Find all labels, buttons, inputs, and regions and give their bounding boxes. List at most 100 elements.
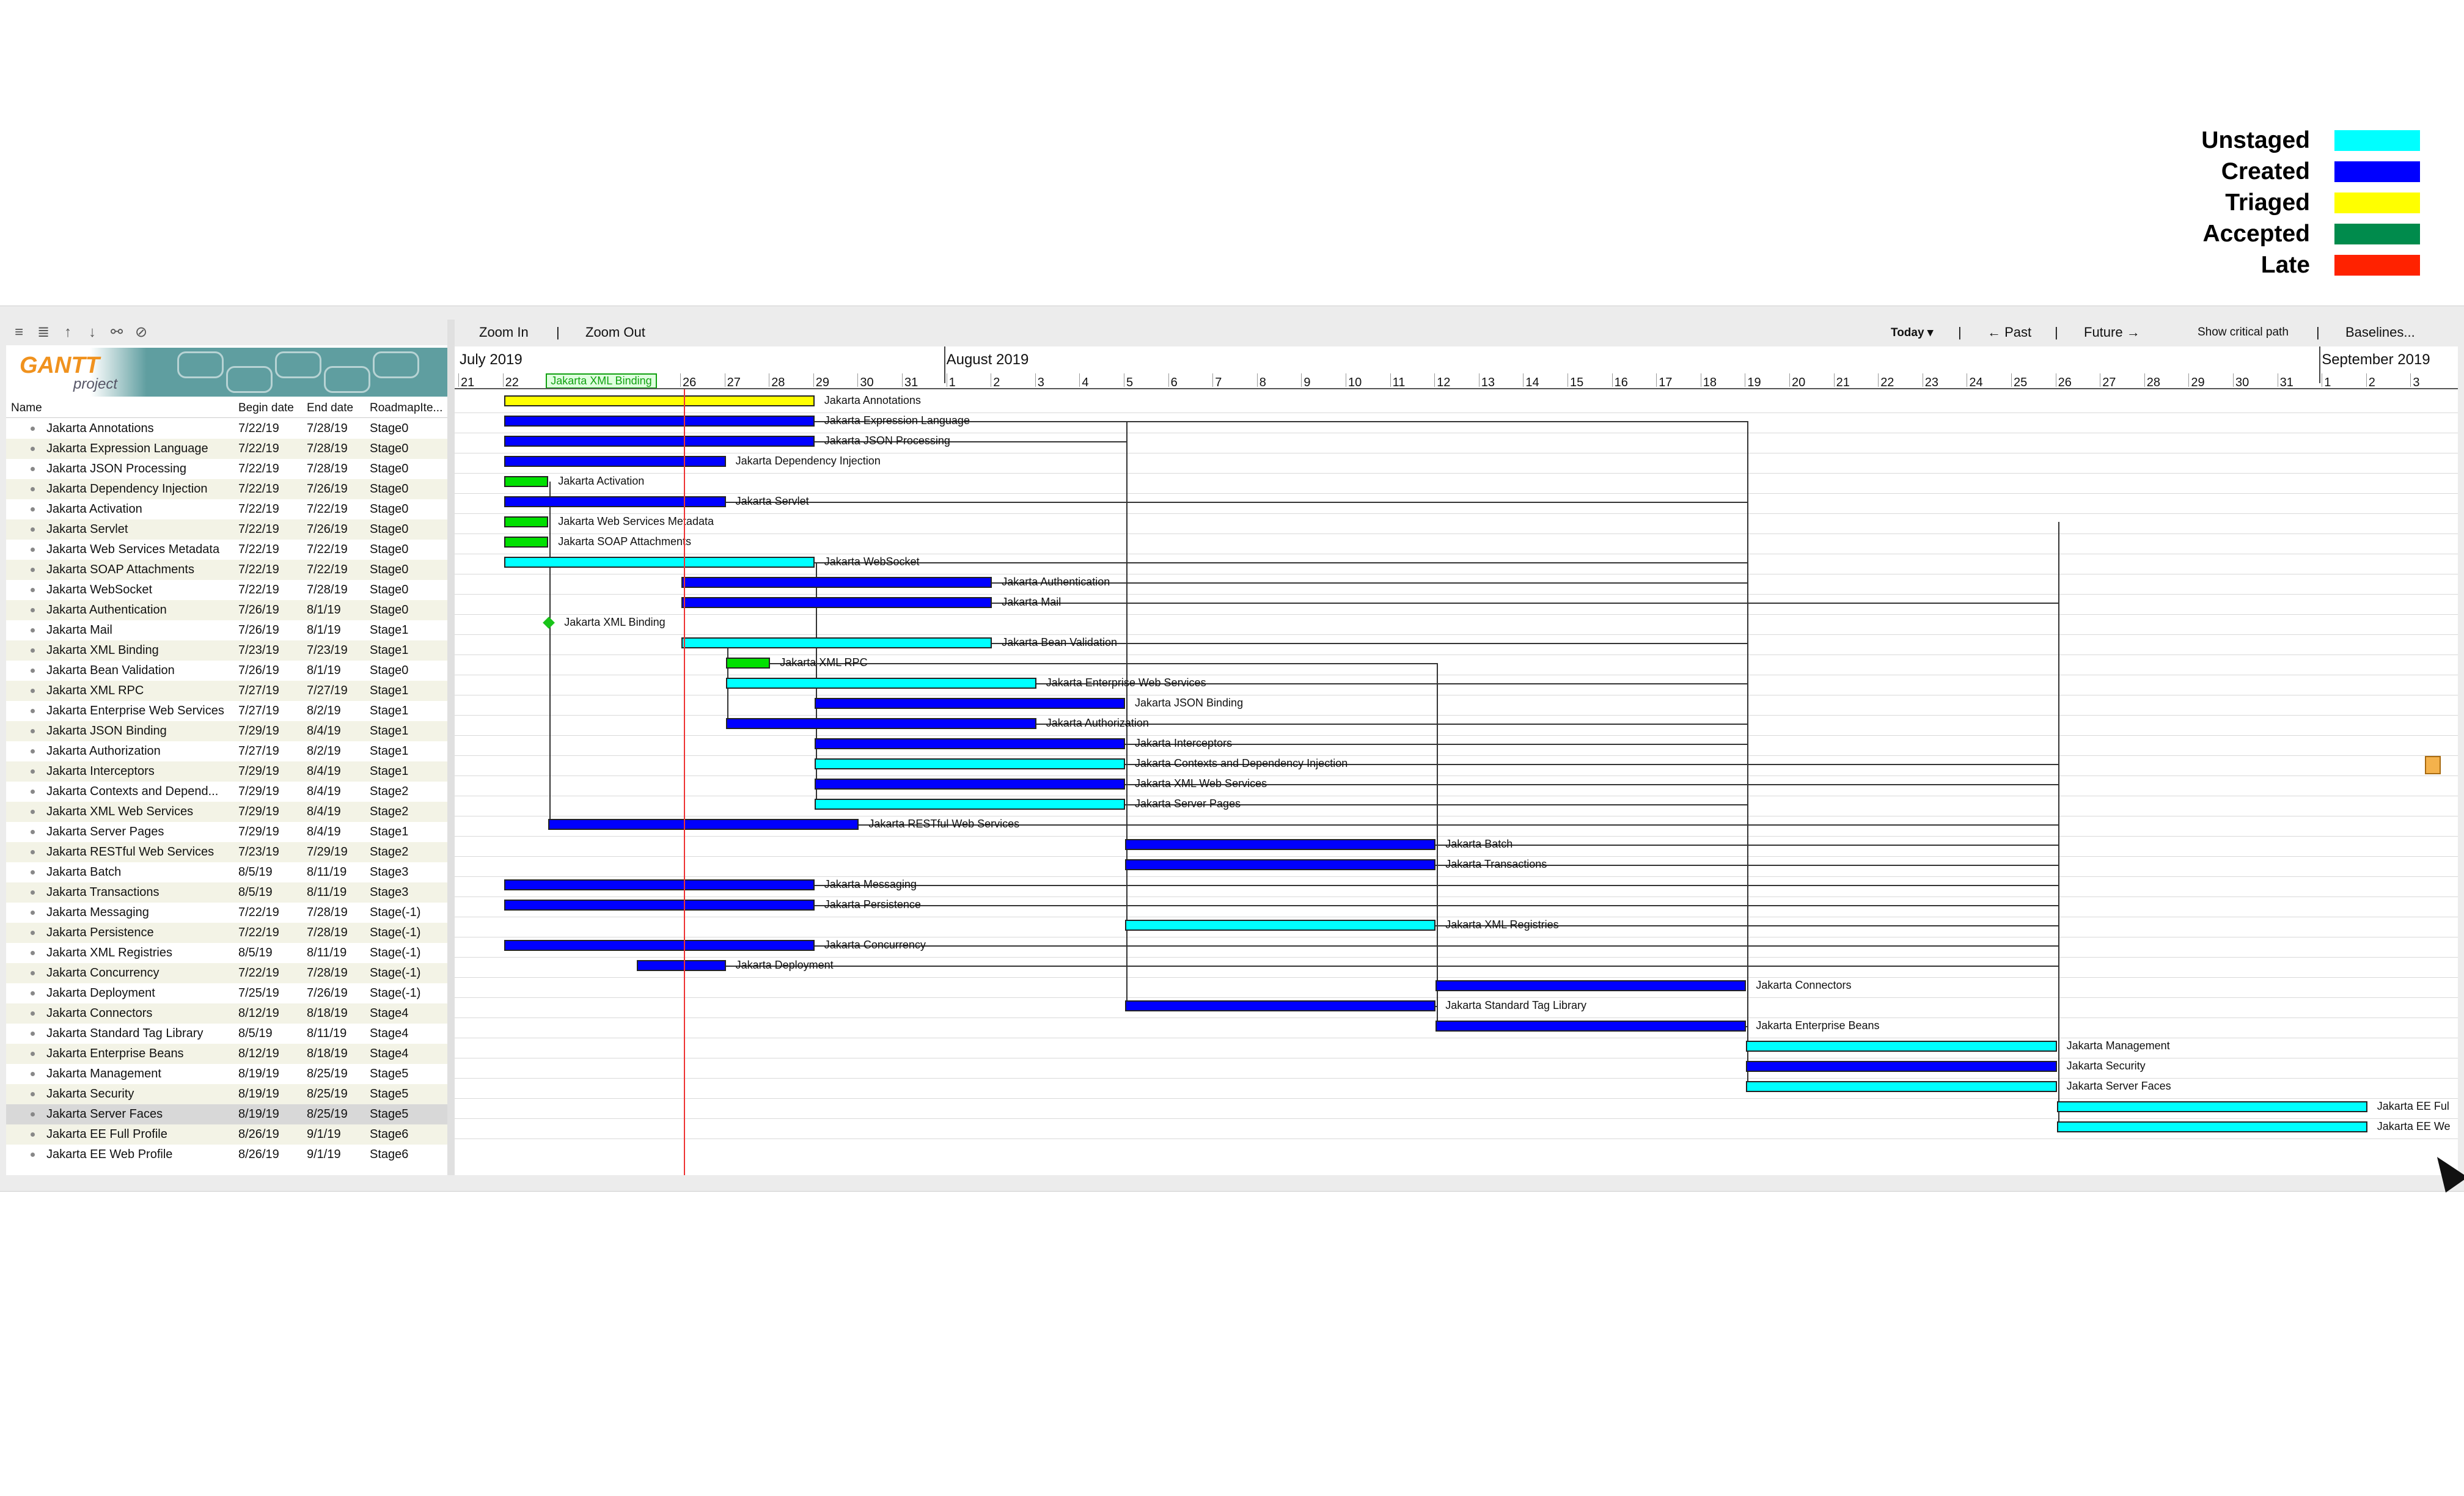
task-bar[interactable]: [2056, 1121, 2367, 1132]
unindent-icon[interactable]: ≡: [11, 324, 27, 340]
task-row[interactable]: Jakarta Contexts and Depend... 7/29/19 8/4…: [6, 782, 447, 802]
task-bar-label: Jakarta XML RPC: [780, 656, 868, 669]
task-bar[interactable]: [1125, 839, 1436, 850]
past-button[interactable]: ← Past: [1987, 324, 2031, 340]
task-bar[interactable]: [504, 456, 726, 467]
task-row[interactable]: Jakarta Web Services Metadata 7/22/19 7/22…: [6, 540, 447, 560]
task-row[interactable]: Jakarta Management 8/19/19 8/25/19 Stage5: [6, 1064, 447, 1084]
task-bar[interactable]: [504, 416, 815, 427]
task-bar[interactable]: [681, 597, 992, 608]
task-bar[interactable]: [725, 658, 771, 669]
task-bar[interactable]: [504, 476, 549, 487]
task-bar[interactable]: [637, 960, 726, 971]
future-button[interactable]: Future →: [2084, 324, 2140, 340]
show-critical-path-button[interactable]: Show critical path: [2198, 326, 2289, 339]
task-bar[interactable]: [725, 718, 1036, 729]
task-bar[interactable]: [504, 395, 815, 406]
task-bar[interactable]: [1436, 1021, 1747, 1032]
task-row[interactable]: Jakarta XML Registries 8/5/19 8/11/19 Stage…: [6, 943, 447, 963]
task-bar[interactable]: [504, 557, 815, 568]
task-row[interactable]: Jakarta Connectors 8/12/19 8/18/19 Stage4: [6, 1003, 447, 1024]
task-row[interactable]: Jakarta JSON Binding 7/29/19 8/4/19 Stage1: [6, 721, 447, 741]
column-roadmap-header[interactable]: RoadmapIte...: [370, 402, 442, 415]
task-roadmap: Stage0: [370, 603, 409, 617]
task-row[interactable]: Jakarta WebSocket 7/22/19 7/28/19 Stage0: [6, 580, 447, 600]
task-row[interactable]: Jakarta SOAP Attachments 7/22/19 7/22/19 St…: [6, 560, 447, 580]
note-icon[interactable]: [2425, 756, 2441, 774]
column-end-header[interactable]: End date: [307, 402, 353, 415]
task-bar[interactable]: [548, 819, 859, 830]
move-down-icon[interactable]: ↓: [84, 324, 100, 340]
indent-icon[interactable]: ≣: [35, 324, 51, 340]
task-row[interactable]: Jakarta Authorization 7/27/19 8/2/19 Stage1: [6, 741, 447, 761]
task-bar[interactable]: [681, 577, 992, 588]
task-row[interactable]: Jakarta Concurrency 7/22/19 7/28/19 Stage(-…: [6, 963, 447, 983]
dependency-line: [2058, 522, 2059, 1127]
task-row[interactable]: Jakarta Server Pages 7/29/19 8/4/19 Stage1: [6, 822, 447, 842]
task-row[interactable]: Jakarta Dependency Injection 7/22/19 7/26/…: [6, 479, 447, 499]
column-name-header[interactable]: Name: [11, 402, 42, 415]
milestone-marker[interactable]: [543, 617, 556, 629]
task-row[interactable]: Jakarta EE Full Profile 8/26/19 9/1/19 Stag…: [6, 1124, 447, 1145]
task-bar[interactable]: [1746, 1081, 2057, 1092]
task-bar[interactable]: [1746, 1061, 2057, 1072]
task-row[interactable]: Jakarta Messaging 7/22/19 7/28/19 Stage(-1): [6, 903, 447, 923]
task-row[interactable]: Jakarta XML Binding 7/23/19 7/23/19 Stage1: [6, 640, 447, 661]
task-row[interactable]: Jakarta Batch 8/5/19 8/11/19 Stage3: [6, 862, 447, 882]
task-bar[interactable]: [725, 678, 1036, 689]
task-row[interactable]: Jakarta Expression Language 7/22/19 7/28/1…: [6, 439, 447, 459]
link-icon[interactable]: ⚯: [109, 324, 125, 340]
unlink-icon[interactable]: ⊘: [133, 324, 149, 340]
task-begin-date: 8/12/19: [238, 1007, 279, 1020]
gantt-chart-area[interactable]: July 2019August 2019September 2019212223…: [455, 346, 2458, 1175]
baselines-button[interactable]: Baselines...: [2345, 324, 2415, 340]
task-bar[interactable]: [814, 779, 1125, 790]
task-row[interactable]: Jakarta Activation 7/22/19 7/22/19 Stage0: [6, 499, 447, 519]
task-bar[interactable]: [2056, 1101, 2367, 1112]
task-row[interactable]: Jakarta XML Web Services 7/29/19 8/4/19 Sta…: [6, 802, 447, 822]
task-bar[interactable]: [814, 758, 1125, 769]
task-row[interactable]: Jakarta JSON Processing 7/22/19 7/28/19 Sta…: [6, 459, 447, 479]
task-row[interactable]: Jakarta RESTful Web Services 7/23/19 7/29/…: [6, 842, 447, 862]
task-row[interactable]: Jakarta XML RPC 7/27/19 7/27/19 Stage1: [6, 681, 447, 701]
task-row[interactable]: Jakarta Standard Tag Library 8/5/19 8/11/1…: [6, 1024, 447, 1044]
task-row[interactable]: Jakarta Mail 7/26/19 8/1/19 Stage1: [6, 620, 447, 640]
today-dropdown[interactable]: Today ▾: [1891, 326, 1933, 340]
task-row[interactable]: Jakarta Server Faces 8/19/19 8/25/19 Stage5: [6, 1104, 447, 1124]
task-row[interactable]: Jakarta Servlet 7/22/19 7/26/19 Stage0: [6, 519, 447, 540]
task-bar[interactable]: [681, 637, 992, 648]
chart-row-line: [455, 634, 2458, 635]
column-begin-header[interactable]: Begin date: [238, 402, 294, 415]
task-bar[interactable]: [814, 799, 1125, 810]
panel-splitter[interactable]: [447, 320, 455, 1175]
task-bar[interactable]: [504, 496, 726, 507]
task-row[interactable]: Jakarta Bean Validation 7/26/19 8/1/19 Stag…: [6, 661, 447, 681]
milestone-tag[interactable]: Jakarta XML Binding: [546, 373, 657, 389]
task-bar[interactable]: [1125, 1000, 1436, 1011]
task-row[interactable]: Jakarta Transactions 8/5/19 8/11/19 Stage3: [6, 882, 447, 903]
task-row[interactable]: Jakarta Enterprise Web Services 7/27/19 8/…: [6, 701, 447, 721]
task-bar[interactable]: [1125, 859, 1436, 870]
task-row[interactable]: Jakarta Deployment 7/25/19 7/26/19 Stage(-1…: [6, 983, 447, 1003]
task-bar[interactable]: [1125, 920, 1436, 931]
task-bar[interactable]: [504, 537, 549, 548]
task-row[interactable]: Jakarta Annotations 7/22/19 7/28/19 Stage0: [6, 419, 447, 439]
task-bar[interactable]: [1436, 980, 1747, 991]
task-bar[interactable]: [504, 436, 815, 447]
task-row[interactable]: Jakarta Security 8/19/19 8/25/19 Stage5: [6, 1084, 447, 1104]
task-row[interactable]: Jakarta EE Web Profile 8/26/19 9/1/19 Stage…: [6, 1145, 447, 1165]
task-bar[interactable]: [814, 738, 1125, 749]
zoom-in-button[interactable]: Zoom In: [479, 324, 529, 340]
move-up-icon[interactable]: ↑: [60, 324, 76, 340]
task-row[interactable]: Jakarta Persistence 7/22/19 7/28/19 Stage(-…: [6, 923, 447, 943]
task-bar[interactable]: [504, 516, 549, 527]
task-bar[interactable]: [504, 879, 815, 890]
task-bar[interactable]: [1746, 1041, 2057, 1052]
task-bar[interactable]: [814, 698, 1125, 709]
task-bar[interactable]: [504, 900, 815, 911]
task-row[interactable]: Jakarta Interceptors 7/29/19 8/4/19 Stage1: [6, 761, 447, 782]
task-row[interactable]: Jakarta Authentication 7/26/19 8/1/19 Stage…: [6, 600, 447, 620]
task-bar[interactable]: [504, 940, 815, 951]
task-row[interactable]: Jakarta Enterprise Beans 8/12/19 8/18/19 St…: [6, 1044, 447, 1064]
zoom-out-button[interactable]: Zoom Out: [585, 324, 645, 340]
